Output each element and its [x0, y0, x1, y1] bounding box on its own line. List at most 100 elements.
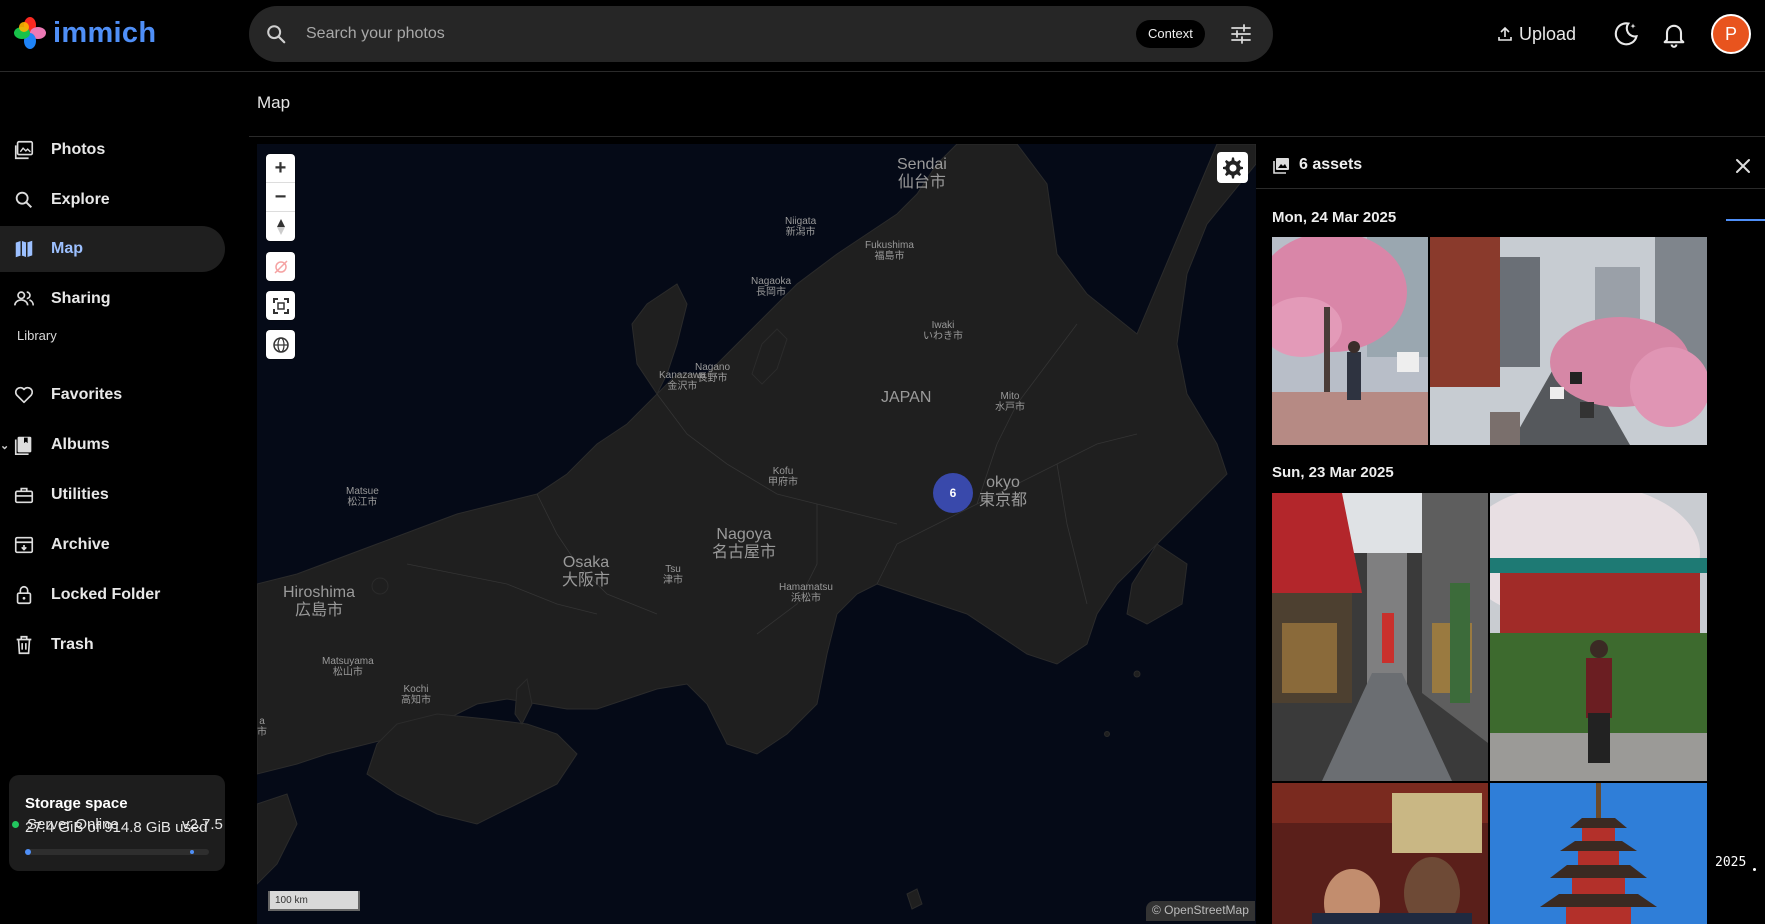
sidebar-item-sharing[interactable]: Sharing [0, 276, 225, 322]
photo-image [1272, 493, 1488, 781]
people-icon [14, 291, 34, 306]
title-divider [249, 136, 1765, 137]
sidebar-item-photos[interactable]: Photos [0, 127, 225, 173]
timeline-year-label[interactable]: 2025 [1715, 855, 1746, 870]
storage-title: Storage space [25, 795, 128, 812]
photo-image [1490, 783, 1707, 924]
close-icon[interactable] [1731, 154, 1755, 178]
photo-image [1490, 493, 1707, 781]
photo-image [1430, 237, 1707, 445]
library-section-label: Library [17, 328, 57, 343]
timeline-scrubber-indicator[interactable] [1726, 219, 1765, 221]
compass-button[interactable] [266, 212, 295, 241]
upload-icon [1498, 26, 1512, 41]
search-bar: Context [249, 6, 1273, 62]
globe-control [266, 330, 295, 359]
date-group-header: Sun, 23 Mar 2025 [1272, 464, 1394, 481]
sidebar-item-favorites[interactable]: Favorites [0, 372, 225, 418]
sidebar-item-label: Photos [51, 141, 106, 158]
context-button[interactable]: Context [1136, 20, 1205, 48]
map-attribution[interactable]: © OpenStreetMap [1146, 901, 1255, 921]
photo-thumbnail[interactable] [1272, 493, 1488, 781]
sidebar-item-label: Map [51, 240, 83, 257]
fullscreen-icon [272, 297, 289, 314]
sidebar-item-label: Utilities [51, 486, 109, 503]
sidebar-item-label: Sharing [51, 290, 111, 307]
map-label-hiroshima: Hiroshima 広島市 [283, 584, 356, 619]
map-label-mito: Mito 水戸市 [995, 391, 1025, 413]
assets-count: 6 assets [1299, 156, 1363, 173]
timeline-year-dot [1753, 868, 1756, 871]
sidebar-item-map[interactable]: Map [0, 226, 225, 272]
storage-progress-fill [25, 849, 31, 855]
assets-panel-header: 6 assets [1256, 144, 1765, 189]
map-label-osaka: Osaka 大阪市 [562, 554, 611, 589]
map-label-nagaoka: Nagaoka 長岡市 [751, 276, 792, 298]
storage-progress-bar [25, 849, 209, 855]
map-label-hamamatsu: Hamamatsu 浜松市 [779, 582, 833, 604]
fullscreen-control [266, 291, 295, 320]
logo-text: immich [53, 16, 157, 49]
globe-button[interactable] [266, 330, 295, 359]
filter-icon[interactable] [1229, 22, 1253, 46]
image-multiple-icon [1273, 158, 1289, 174]
search-icon[interactable] [265, 23, 287, 45]
sidebar-item-trash[interactable]: Trash [0, 622, 225, 668]
map-label-fukushima: Fukushima 福島市 [865, 240, 914, 262]
user-avatar[interactable]: P [1711, 14, 1751, 54]
zoom-out-button[interactable]: − [266, 183, 295, 212]
search-input[interactable] [306, 20, 1066, 48]
map-settings-button[interactable] [1217, 152, 1248, 183]
notification-bell-icon[interactable] [1660, 20, 1688, 48]
photo-thumbnail[interactable] [1272, 783, 1488, 924]
heart-icon [14, 386, 34, 404]
photo-image [1272, 237, 1428, 445]
photos-icon [14, 140, 34, 160]
map-label-nagoya: Nagoya 名古屋市 [712, 526, 777, 561]
photo-thumbnail[interactable] [1490, 493, 1707, 781]
sidebar: Photos Explore Map Sharing Library Favor… [0, 72, 240, 924]
zoom-in-button[interactable]: + [266, 154, 295, 183]
sidebar-item-locked-folder[interactable]: Locked Folder [0, 572, 225, 618]
map-icon [15, 240, 33, 258]
compass-icon [276, 218, 285, 235]
zoom-controls: + − [266, 154, 295, 241]
upload-label: Upload [1519, 23, 1577, 44]
sidebar-item-label: Favorites [51, 386, 123, 403]
map-label-tsu: Tsu 津市 [663, 564, 683, 586]
photo-cluster-marker[interactable]: 6 [933, 473, 973, 513]
lock-icon [16, 585, 32, 605]
sidebar-item-archive[interactable]: Archive [0, 522, 225, 568]
geolocate-control [266, 252, 295, 281]
photo-thumbnail[interactable] [1272, 237, 1428, 445]
sidebar-item-utilities[interactable]: Utilities [0, 472, 225, 518]
photo-image [1272, 783, 1488, 924]
assets-panel: 6 assets Mon, 24 Mar 2025 Sun, 23 Mar 20… [1256, 144, 1765, 924]
map-label-nagano: Nagano 長野市 [695, 362, 731, 384]
photo-thumbnail[interactable] [1430, 237, 1707, 445]
photo-thumbnail[interactable] [1490, 783, 1707, 924]
map-label-kochi: Kochi 高知市 [401, 684, 431, 706]
map-label-kofu: Kofu 甲府市 [768, 466, 798, 488]
fullscreen-button[interactable] [266, 291, 295, 320]
map-label-tokyo: okyo 東京都 [979, 474, 1028, 509]
server-status-text: Server Online [27, 816, 119, 833]
upload-button[interactable]: Upload [1497, 18, 1576, 50]
sidebar-item-label: Locked Folder [51, 586, 161, 603]
map-view[interactable]: Sendai 仙台市 Niigata 新潟市 Fukushima 福島市 Nagaok… [257, 144, 1256, 924]
server-version[interactable]: v2.7.5 [182, 816, 223, 833]
top-bar: immich Context Upload P [0, 0, 1765, 72]
trash-icon [16, 635, 32, 655]
theme-toggle-icon[interactable] [1612, 20, 1640, 48]
chevron-down-icon[interactable]: ⌄ [0, 439, 9, 452]
geolocate-button[interactable] [266, 252, 295, 281]
toolbox-icon [14, 487, 34, 504]
location-disabled-icon [273, 259, 288, 274]
gear-icon [1222, 157, 1243, 178]
sidebar-item-explore[interactable]: Explore [0, 177, 225, 223]
sidebar-item-label: Albums [51, 436, 110, 453]
sidebar-item-label: Trash [51, 636, 94, 653]
immich-logo[interactable]: immich [13, 16, 156, 50]
map-label-matsuyama: Matsuyama 松山市 [322, 656, 374, 678]
sidebar-item-albums[interactable]: ⌄ Albums [0, 422, 225, 468]
